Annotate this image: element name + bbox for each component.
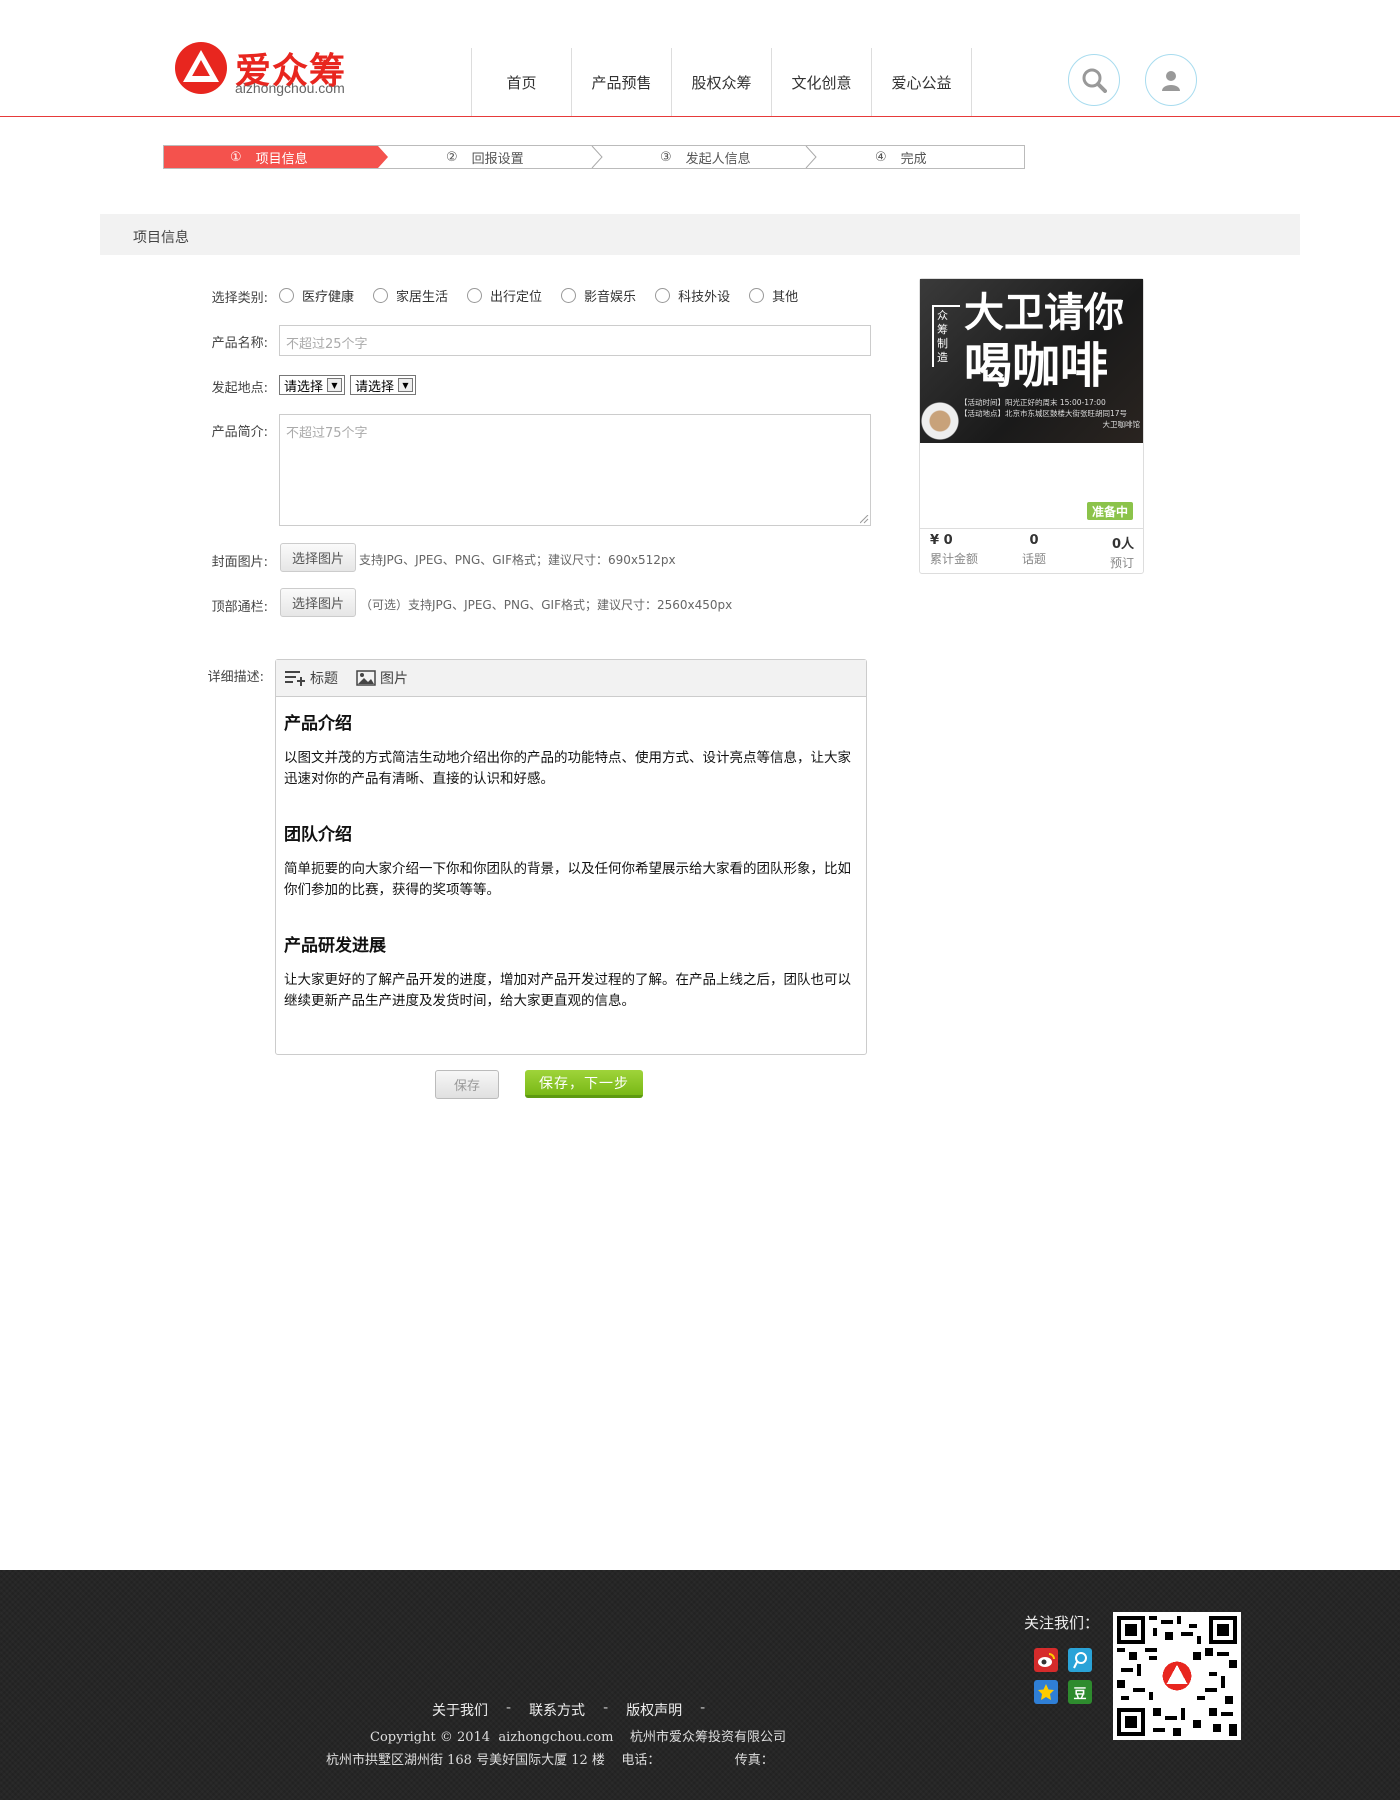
- radio-icon[interactable]: [467, 288, 483, 303]
- editor-heading: 产品研发进展: [284, 936, 386, 956]
- resize-handle-icon[interactable]: [860, 515, 869, 524]
- preview-cover-image: 众筹 制造 大卫请你 喝咖啡 【活动时间】阳光正好的周末 15:00-17:00…: [920, 279, 1143, 443]
- category-option-entertainment[interactable]: 影音娱乐: [561, 286, 636, 305]
- category-option-tech[interactable]: 科技外设: [655, 286, 730, 305]
- location-label: 发起地点:: [211, 381, 268, 396]
- footer-link-copyright[interactable]: 版权声明: [626, 1700, 682, 1720]
- nav-charity[interactable]: 爱心公益: [872, 48, 972, 116]
- qr-code: [1113, 1612, 1241, 1740]
- search-button[interactable]: [1068, 54, 1120, 106]
- editor-heading: 团队介绍: [284, 825, 352, 845]
- coffee-cup-icon: [920, 391, 960, 443]
- logo[interactable]: 爱众筹 aizhongchou.com: [173, 40, 363, 100]
- logo-subtitle: aizhongchou.com: [235, 80, 345, 96]
- category-option-other[interactable]: 其他: [749, 286, 798, 305]
- product-name-input[interactable]: 不超过25个字: [279, 325, 871, 356]
- preview-image-caption: 【活动地点】北京市东城区鼓楼大街张旺胡同17号: [960, 409, 1128, 418]
- status-badge: 准备中: [1087, 502, 1133, 520]
- detail-label: 详细描述:: [207, 670, 264, 685]
- rich-text-editor[interactable]: 标题 图片 产品介绍 以图文并茂的方式简洁生动地介绍出你的产品的功能特点、使用方…: [275, 659, 867, 1055]
- cover-upload-button[interactable]: 选择图片: [280, 543, 356, 572]
- radio-icon[interactable]: [655, 288, 671, 303]
- product-intro-textarea[interactable]: 不超过75个字: [279, 414, 871, 526]
- preview-image-tag: 众筹: [937, 310, 948, 336]
- banner-hint: （可选）支持JPG、JPEG、PNG、GIF格式；建议尺寸：2560x450px: [360, 598, 733, 612]
- nav-presale[interactable]: 产品预售: [572, 48, 672, 116]
- save-next-button[interactable]: 保存，下一步: [525, 1070, 643, 1098]
- heading-tool-button[interactable]: 标题: [284, 668, 338, 688]
- qr-code-image: [1117, 1616, 1237, 1736]
- user-icon: [1162, 71, 1180, 91]
- preview-image-tag: 制造: [937, 338, 948, 364]
- stat-topics: 0 话题: [1022, 533, 1047, 566]
- heading-icon: [285, 671, 305, 686]
- footer-link-contact[interactable]: 联系方式: [529, 1700, 585, 1720]
- nav-home[interactable]: 首页: [472, 48, 572, 116]
- step-complete: ④ 完成: [875, 149, 927, 167]
- address-text: 杭州市拱墅区湖州街 168 号美好国际大厦 12 楼 电话： 传真：: [326, 1753, 774, 1768]
- save-button[interactable]: 保存: [435, 1070, 499, 1099]
- follow-us-label: 关注我们：: [1024, 1614, 1100, 1632]
- project-preview-card[interactable]: 众筹 制造 大卫请你 喝咖啡 【活动时间】阳光正好的周末 15:00-17:00…: [919, 278, 1144, 574]
- stat-backers: 0人 预订: [1110, 537, 1135, 570]
- section-title: 项目信息: [133, 230, 189, 246]
- step-project-info: ① 项目信息: [230, 146, 308, 168]
- search-icon: [1082, 68, 1107, 93]
- preview-image-caption: 【活动时间】阳光正好的周末 15:00-17:00: [960, 398, 1106, 407]
- editor-content[interactable]: 产品介绍 以图文并茂的方式简洁生动地介绍出你的产品的功能特点、使用方式、设计亮点…: [276, 697, 866, 1050]
- category-radio-group: 医疗健康 家居生活 出行定位 影音娱乐 科技外设 其他: [279, 286, 817, 305]
- category-label: 选择类别:: [211, 291, 268, 306]
- site-header: 爱众筹 aizhongchou.com 首页 产品预售 股权众筹 文化创意 爱心…: [0, 0, 1400, 117]
- editor-paragraph: 简单扼要的向大家介绍一下你和你团队的背景，以及任何你希望展示给大家看的团队形象，…: [284, 861, 851, 898]
- footer-links: 关于我们 - 联系方式 - 版权声明 -: [432, 1700, 706, 1720]
- category-option-home[interactable]: 家居生活: [373, 286, 448, 305]
- logo-mark-icon: [175, 42, 227, 94]
- weibo-icon[interactable]: [1034, 1648, 1058, 1672]
- product-name-label: 产品名称:: [211, 336, 268, 351]
- stat-amount: ¥ 0 累计金额: [930, 533, 979, 566]
- radio-icon[interactable]: [279, 288, 294, 303]
- editor-paragraph: 以图文并茂的方式简洁生动地介绍出你的产品的功能特点、使用方式、设计亮点等信息，让…: [284, 750, 851, 787]
- preview-image-caption: 大卫咖啡馆: [1102, 420, 1141, 429]
- copyright-text: Copyright © 2014 aizhongchou.com 杭州市爱众筹投…: [370, 1730, 786, 1745]
- nav-culture[interactable]: 文化创意: [772, 48, 872, 116]
- tencent-weibo-icon[interactable]: [1068, 1648, 1092, 1672]
- editor-heading: 产品介绍: [284, 714, 352, 734]
- site-footer: 关注我们： 豆 关于我们 - 联系方式 - 版权声明 - Copyright ©…: [0, 1570, 1400, 1800]
- progress-steps: ① 项目信息 ② 回报设置 ③ 发起人信息 ④ 完成: [163, 145, 1025, 169]
- preview-stats: ¥ 0 累计金额 0 话题 0人 预订: [920, 528, 1143, 574]
- radio-icon[interactable]: [749, 288, 765, 303]
- step-rewards: ② 回报设置: [446, 149, 524, 167]
- province-select[interactable]: 请选择 ▼: [279, 375, 345, 395]
- category-option-medical[interactable]: 医疗健康: [279, 286, 354, 305]
- nav-equity[interactable]: 股权众筹: [672, 48, 772, 116]
- chevron-down-icon: ▼: [398, 378, 413, 392]
- preview-image-title: 喝咖啡: [964, 338, 1109, 394]
- category-option-travel[interactable]: 出行定位: [467, 286, 542, 305]
- editor-paragraph: 让大家更好的了解产品开发的进度，增加对产品开发过程的了解。在产品上线之后，团队也…: [284, 972, 851, 1009]
- radio-icon[interactable]: [373, 288, 389, 303]
- image-tool-button[interactable]: 图片: [356, 668, 408, 688]
- step-sponsor-info: ③ 发起人信息: [660, 149, 751, 167]
- douban-icon[interactable]: 豆: [1068, 1680, 1092, 1704]
- intro-label: 产品简介:: [211, 425, 268, 440]
- cover-hint: 支持JPG、JPEG、PNG、GIF格式；建议尺寸：690x512px: [359, 553, 676, 567]
- section-header: 项目信息: [100, 214, 1300, 255]
- image-icon: [356, 670, 376, 686]
- city-select[interactable]: 请选择 ▼: [350, 375, 416, 395]
- user-button[interactable]: [1145, 54, 1197, 106]
- main-nav: 首页 产品预售 股权众筹 文化创意 爱心公益: [471, 48, 972, 116]
- banner-upload-button[interactable]: 选择图片: [280, 588, 356, 617]
- chevron-down-icon: ▼: [327, 378, 342, 392]
- footer-link-about[interactable]: 关于我们: [432, 1700, 488, 1720]
- preview-image-title: 大卫请你: [964, 290, 1124, 336]
- banner-label: 顶部通栏:: [211, 600, 268, 615]
- qzone-icon[interactable]: [1034, 1680, 1058, 1704]
- cover-label: 封面图片:: [211, 555, 268, 570]
- editor-toolbar: 标题 图片: [276, 660, 866, 697]
- radio-icon[interactable]: [561, 288, 577, 303]
